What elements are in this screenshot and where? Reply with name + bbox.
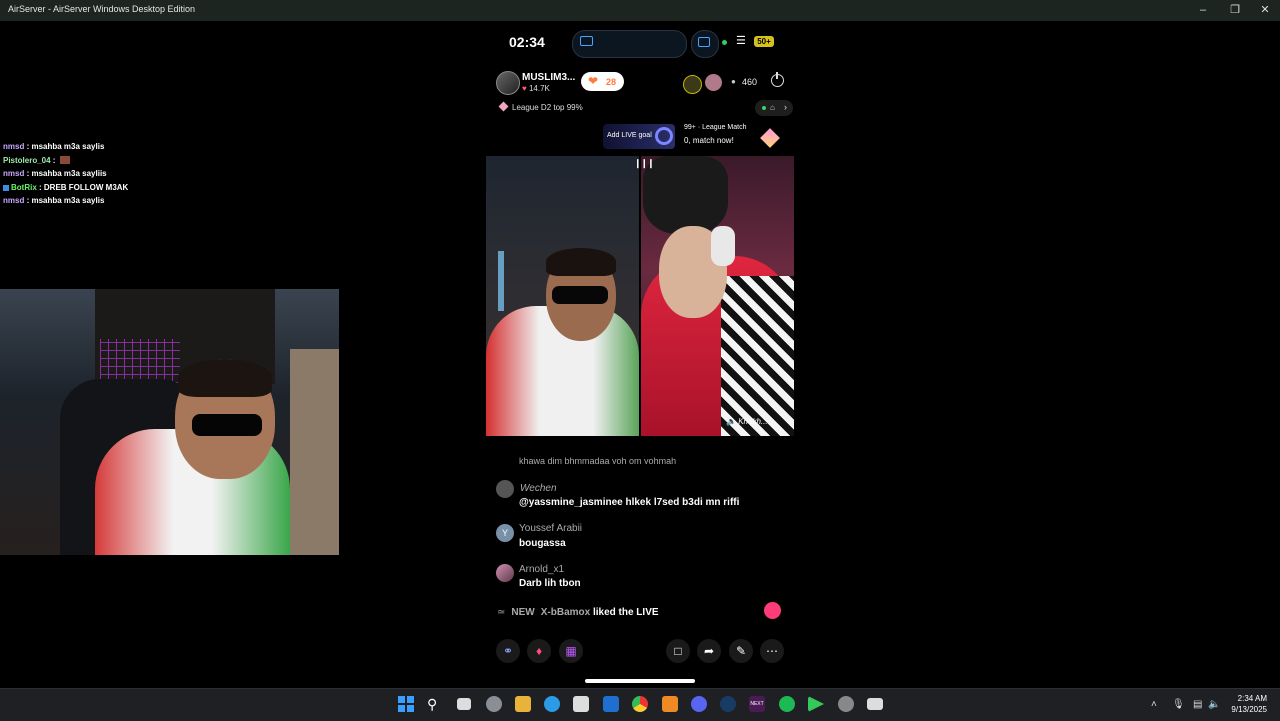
chat-line: BotRix : DREB FOLLOW M3AK bbox=[3, 181, 128, 195]
link-icon: ⚭ bbox=[502, 644, 514, 658]
chat-line: Pistolero_04 : bbox=[3, 154, 128, 168]
home-icon: ⌂ bbox=[770, 103, 775, 112]
chrome-icon[interactable] bbox=[632, 696, 648, 712]
more-button[interactable]: ⋯ bbox=[760, 639, 784, 663]
settings-gear-icon[interactable] bbox=[486, 696, 502, 712]
chat-line: nmsd : msahba m3a saylis bbox=[3, 196, 105, 206]
chevron-up-icon[interactable]: ˄ bbox=[1151, 699, 1157, 710]
screen-cast-icon bbox=[580, 36, 593, 46]
chat-line: nmsd : msahba m3a sayliis bbox=[3, 169, 107, 179]
chevron-right-icon: › bbox=[784, 102, 787, 112]
display-icon[interactable]: ▤ bbox=[1193, 699, 1202, 710]
audio-bars-icon: ❙❙❙ bbox=[634, 158, 655, 168]
outlook-icon[interactable] bbox=[603, 696, 619, 712]
match-button[interactable]: ♦ bbox=[527, 639, 551, 663]
mic-icon[interactable]: 🎙 bbox=[1172, 699, 1185, 710]
wave-icon: ≃ bbox=[497, 607, 506, 618]
emote-icon bbox=[59, 155, 70, 164]
match-now-label[interactable]: 0, match now! bbox=[684, 136, 734, 145]
camera-indicator-icon bbox=[722, 40, 727, 45]
battery-icon: 50+ bbox=[754, 36, 774, 47]
league-match-label: 99+ · League Match bbox=[684, 124, 747, 131]
follow-count: 28 bbox=[606, 77, 617, 87]
guest-video[interactable] bbox=[641, 156, 794, 436]
spotify-icon[interactable] bbox=[779, 696, 795, 712]
person-icon: ● bbox=[731, 77, 736, 86]
league-rank[interactable]: League D2 top 99% bbox=[498, 101, 583, 112]
wifi-icon: ☰ bbox=[736, 35, 746, 47]
obs-icon[interactable] bbox=[838, 696, 854, 712]
restore-icon[interactable]: ❐ bbox=[1218, 0, 1252, 21]
diamond-icon[interactable] bbox=[760, 128, 780, 148]
webcam-feed bbox=[0, 289, 339, 555]
apps-button[interactable]: ▦ bbox=[559, 639, 583, 663]
stream-chat: nmsd : msahba m3a saylis Pistolero_04 : … bbox=[3, 140, 128, 208]
comment-username[interactable]: Wechen bbox=[520, 483, 557, 494]
heart-icon: ❤ bbox=[588, 74, 599, 88]
comment-avatar[interactable] bbox=[496, 564, 514, 582]
chat-line: nmsd : msahba m3a saylis bbox=[3, 142, 105, 151]
viewer-avatar[interactable] bbox=[705, 74, 722, 91]
bot-badge-icon bbox=[3, 184, 9, 191]
volume-icon[interactable]: 🔈 bbox=[1208, 699, 1220, 710]
status-dot-icon bbox=[762, 106, 766, 110]
share-icon: ➦ bbox=[703, 644, 715, 658]
comment-text: Darb lih tbon bbox=[519, 578, 581, 589]
window-title-bar: AirServer - AirServer Windows Desktop Ed… bbox=[0, 0, 1280, 21]
host-avatar[interactable] bbox=[496, 71, 520, 95]
link-button[interactable]: ⚭ bbox=[496, 639, 520, 663]
more-icon: ⋯ bbox=[766, 644, 778, 658]
edge-icon[interactable] bbox=[544, 696, 560, 712]
comment-username[interactable]: Youssef Arabii bbox=[519, 523, 582, 534]
comment-button[interactable]: □ bbox=[666, 639, 690, 663]
home-indicator[interactable] bbox=[585, 679, 695, 683]
host-video bbox=[486, 156, 639, 436]
gem-icon bbox=[498, 101, 509, 112]
guest-name: 🔈 Khokh... bbox=[726, 417, 768, 426]
match-icon: ♦ bbox=[535, 644, 543, 658]
file-explorer-icon[interactable] bbox=[515, 696, 531, 712]
comment-avatar[interactable]: Y bbox=[496, 524, 514, 542]
window-title: AirServer - AirServer Windows Desktop Ed… bbox=[8, 4, 196, 14]
screen-mirror-icon bbox=[698, 37, 710, 47]
store-icon[interactable] bbox=[573, 696, 589, 712]
viewer-avatar[interactable] bbox=[683, 75, 702, 94]
comment-text: bougassa bbox=[519, 538, 566, 549]
wand-icon: ✎ bbox=[735, 644, 747, 658]
airserver-icon[interactable] bbox=[867, 698, 883, 710]
edit-button[interactable]: ✎ bbox=[729, 639, 753, 663]
speaker-icon: 🔈 bbox=[726, 417, 736, 426]
task-view-icon[interactable] bbox=[457, 698, 471, 710]
comment-avatar[interactable] bbox=[496, 480, 514, 498]
comment-icon: □ bbox=[674, 644, 682, 658]
host-name[interactable]: MUSLIM3... bbox=[522, 72, 575, 83]
share-button[interactable]: ➦ bbox=[697, 639, 721, 663]
steam-icon[interactable] bbox=[720, 696, 736, 712]
power-icon[interactable] bbox=[771, 72, 784, 87]
liked-notice: ≃ NEW X-bBamox liked the LIVE bbox=[497, 607, 659, 618]
viewer-count[interactable]: 460 bbox=[742, 77, 757, 87]
phone-clock: 02:34 bbox=[509, 34, 545, 50]
grid-icon: ▦ bbox=[565, 644, 577, 658]
taskbar-clock[interactable]: 2:34 AM 9/13/2025 bbox=[1229, 693, 1267, 715]
app-a-icon[interactable] bbox=[662, 696, 678, 712]
comment-username[interactable]: Arnold_x1 bbox=[519, 564, 564, 575]
kick-icon[interactable]: NEXT bbox=[749, 696, 765, 712]
comment-partial: khawa dim bhmmadaa yoh om yohmah bbox=[519, 456, 677, 464]
expand-pill[interactable]: ⌂ › bbox=[755, 100, 793, 116]
live-goal-text: Add LIVE goal bbox=[607, 132, 652, 139]
start-icon[interactable] bbox=[398, 696, 414, 712]
host-likes: ♥ 14.7K bbox=[522, 84, 550, 93]
goal-ring-icon bbox=[655, 127, 673, 145]
minimize-icon[interactable]: – bbox=[1186, 0, 1220, 21]
close-icon[interactable]: ✕ bbox=[1248, 0, 1280, 21]
like-heart-icon[interactable] bbox=[764, 602, 781, 619]
search-icon[interactable]: ⚲ bbox=[427, 696, 443, 712]
comment-text: @yassmine_jasminee hlkek l7sed b3di mn r… bbox=[519, 497, 740, 508]
discord-icon[interactable] bbox=[691, 696, 707, 712]
